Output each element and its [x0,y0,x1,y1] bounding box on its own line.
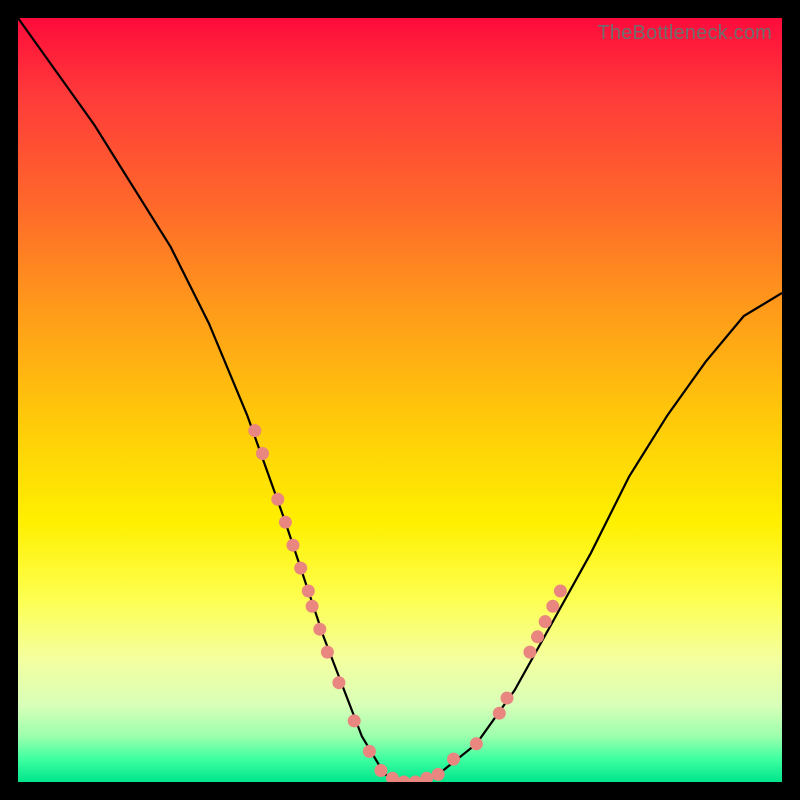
sample-point [409,776,422,783]
plot-area: TheBottleneck.com [18,18,782,782]
sample-point [554,585,567,598]
outer-frame: TheBottleneck.com [0,0,800,800]
sample-point [546,600,559,613]
sample-points-group [248,424,567,782]
sample-point [397,776,410,783]
sample-point [363,745,376,758]
sample-point [386,772,399,782]
bottleneck-curve [18,18,782,782]
sample-point [271,493,284,506]
sample-point [531,630,544,643]
sample-point [447,753,460,766]
sample-point [313,623,326,636]
sample-point [332,676,345,689]
sample-point [348,714,361,727]
sample-point [432,768,445,781]
watermark-text: TheBottleneck.com [597,22,772,45]
sample-point [306,600,319,613]
chart-svg [18,18,782,782]
sample-point [539,615,552,628]
sample-point [321,646,334,659]
sample-point [493,707,506,720]
curve-line [18,18,782,782]
sample-point [302,585,315,598]
sample-point [501,692,514,705]
sample-point [294,562,307,575]
sample-point [256,447,269,460]
sample-point [523,646,536,659]
sample-point [470,737,483,750]
sample-point [420,772,433,782]
sample-point [248,424,261,437]
sample-point [287,539,300,552]
sample-point [279,516,292,529]
sample-point [374,764,387,777]
